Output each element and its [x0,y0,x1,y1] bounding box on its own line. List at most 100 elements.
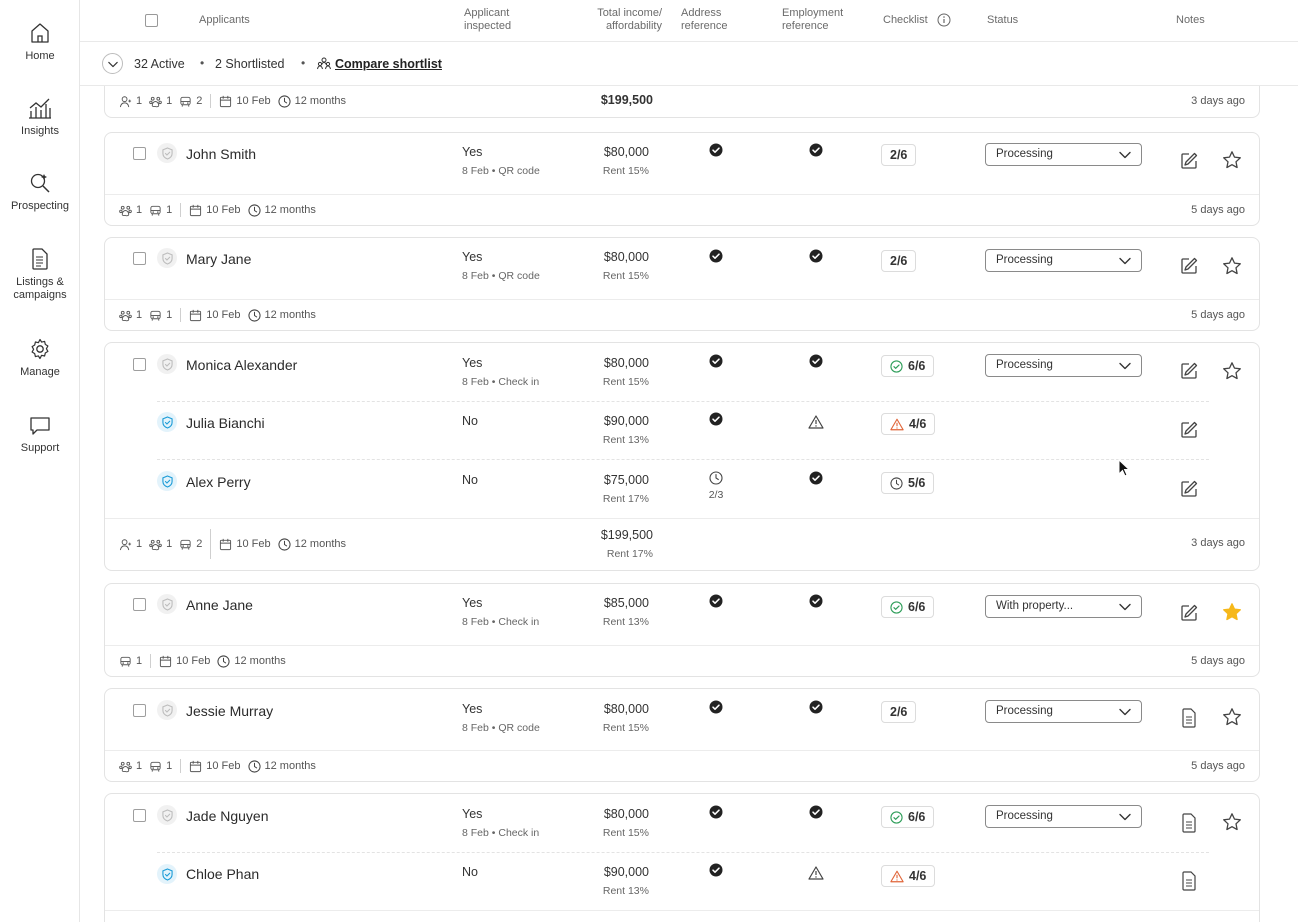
row-checkbox[interactable] [133,809,146,822]
inspected-value: Yes [462,807,483,821]
info-icon[interactable] [937,13,951,27]
checklist-badge[interactable]: 6/6 [881,355,935,377]
table-row[interactable]: Alex Perry No $75,000 Rent 17% 2/3 5/6 [105,459,1259,518]
edit-note-icon[interactable] [1179,151,1199,171]
chevron-down-icon [1119,708,1131,716]
compare-shortlist-link[interactable]: Compare shortlist [335,57,442,71]
status-dropdown[interactable]: Processing [985,354,1142,377]
magnify-sparkle-icon [30,173,50,193]
chart-icon [29,98,51,119]
checklist-badge[interactable]: 6/6 [881,806,935,828]
table-row[interactable]: John Smith Yes 8 Feb • QR code $80,000 R… [105,133,1259,194]
col-inspected[interactable]: Applicant inspected [464,7,534,33]
checklist-badge[interactable]: 6/6 [881,596,935,618]
checklist-value: 6/6 [908,600,926,614]
row-checkbox[interactable] [133,252,146,265]
applicant-name[interactable]: Chloe Phan [186,866,259,882]
applicant-name[interactable]: Alex Perry [186,474,251,490]
status-dropdown[interactable]: Processing [985,700,1142,723]
meta-cars: 1 [166,204,173,216]
meta-lease: 12 months [294,95,346,107]
card-footer: 1 1 2 10 Feb 12 months $199,500 Rent 17%… [105,518,1259,571]
sidebar-item-home[interactable]: Home [0,22,80,63]
edit-note-icon[interactable] [1179,479,1199,499]
meta-cars: 1 [166,760,173,772]
status-dropdown[interactable]: Processing [985,249,1142,272]
note-document-icon[interactable] [1181,813,1197,833]
table-row[interactable]: Julia Bianchi No $90,000 Rent 13% 4/6 [105,401,1259,459]
card-footer [105,910,1259,922]
star-icon[interactable] [1222,150,1242,170]
note-document-icon[interactable] [1181,871,1197,891]
applicant-name[interactable]: Julia Bianchi [186,415,265,431]
checklist-badge[interactable]: 5/6 [881,472,935,494]
table-row[interactable]: Chloe Phan No $90,000 Rent 13% 4/6 [105,852,1259,910]
applicant-name[interactable]: Jessie Murray [186,703,273,719]
star-icon[interactable] [1222,256,1242,276]
status-dropdown[interactable]: Processing [985,143,1142,166]
applicant-name[interactable]: Anne Jane [186,597,253,613]
employment-check-icon [809,471,823,485]
collapse-button[interactable] [102,53,123,74]
applicant-name[interactable]: Mary Jane [186,251,251,267]
address-progress: 2/3 [708,489,724,501]
applicant-name[interactable]: Monica Alexander [186,357,297,373]
checklist-badge[interactable]: 2/6 [881,250,917,272]
col-checklist[interactable]: Checklist [883,14,928,27]
edit-note-icon[interactable] [1179,603,1199,623]
row-checkbox[interactable] [133,358,146,371]
table-row[interactable]: Anne Jane Yes 8 Feb • Check in $85,000 R… [105,584,1259,645]
status-value: Processing [996,359,1053,371]
edit-note-icon[interactable] [1179,256,1199,276]
col-applicants[interactable]: Applicants [199,14,250,27]
checklist-badge[interactable]: 2/6 [881,701,917,723]
table-row[interactable]: Mary Jane Yes 8 Feb • QR code $80,000 Re… [105,238,1259,299]
applicant-name[interactable]: Jade Nguyen [186,808,269,824]
income-value: $80,000 [603,356,649,370]
edit-note-icon[interactable] [1179,420,1199,440]
row-checkbox[interactable] [133,704,146,717]
star-filled-icon[interactable] [1222,602,1242,622]
car-icon [179,538,192,551]
note-document-icon[interactable] [1181,708,1197,728]
shortlisted-count: 2 Shortlisted [215,57,285,71]
inspected-detail: 8 Feb • QR code [462,722,540,734]
card-meta: 1 1 10 Feb 12 months [119,203,316,217]
meta-lease: 12 months [234,655,286,667]
select-all-checkbox[interactable] [145,14,158,27]
row-checkbox[interactable] [133,147,146,160]
meta-date: 10 Feb [176,655,211,667]
applicant-name[interactable]: John Smith [186,146,256,162]
row-checkbox[interactable] [133,598,146,611]
status-dropdown[interactable]: With property... [985,595,1142,618]
col-income[interactable]: Total income/ affordability [582,7,662,33]
star-icon[interactable] [1222,361,1242,381]
checklist-badge[interactable]: 4/6 [881,413,936,435]
sidebar-item-listings[interactable]: Listings & campaigns [0,248,80,302]
calendar-icon [159,655,172,668]
edit-note-icon[interactable] [1179,361,1199,381]
clock-icon [278,95,291,108]
col-status[interactable]: Status [987,14,1018,27]
col-address[interactable]: Address reference [681,7,741,33]
sidebar-item-manage[interactable]: Manage [0,338,80,379]
inspected-detail: 8 Feb • Check in [462,376,540,388]
col-employment[interactable]: Employment reference [782,7,854,33]
shield-icon [157,248,177,268]
meta-lease: 12 months [264,204,316,216]
warning-icon [890,418,904,431]
chat-icon [30,417,50,435]
sidebar-item-insights[interactable]: Insights [0,97,80,138]
checklist-badge[interactable]: 4/6 [881,865,936,887]
star-icon[interactable] [1222,707,1242,727]
star-icon[interactable] [1222,812,1242,832]
table-row[interactable]: Jade Nguyen Yes 8 Feb • Check in $80,000… [105,794,1259,852]
sidebar-item-support[interactable]: Support [0,416,80,455]
sidebar-item-prospecting[interactable]: Prospecting [0,172,80,213]
col-notes[interactable]: Notes [1176,14,1205,27]
checklist-badge[interactable]: 2/6 [881,144,917,166]
table-row[interactable]: Jessie Murray Yes 8 Feb • QR code $80,00… [105,689,1259,750]
chevron-down-icon [1119,151,1131,159]
table-row[interactable]: Monica Alexander Yes 8 Feb • Check in $8… [105,343,1259,401]
status-dropdown[interactable]: Processing [985,805,1142,828]
